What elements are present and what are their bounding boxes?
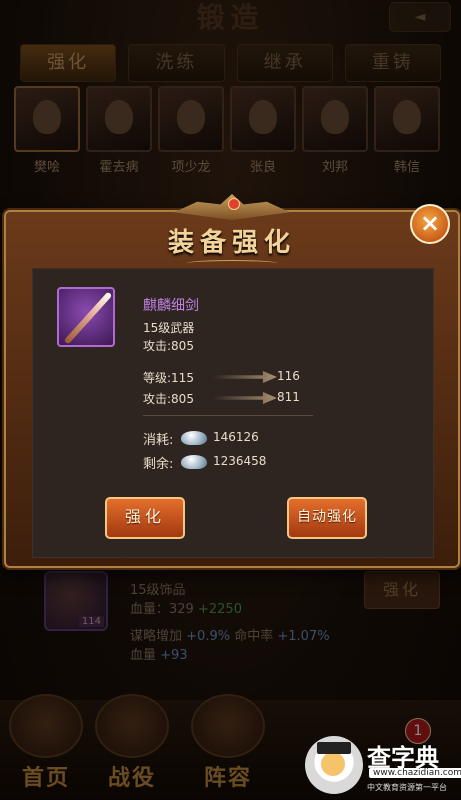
upgrade-button[interactable]: 强化 <box>105 497 185 539</box>
watermark-subtitle: 中文教育资源第一平台 <box>367 783 447 792</box>
arrow-right-icon <box>213 392 277 404</box>
item-type: 15级武器 <box>143 321 195 335</box>
watermark: 查字典 www.chazidian.com 中文教育资源第一平台 <box>305 734 461 794</box>
remain-label: 剩余: <box>143 457 174 472</box>
sword-item-icon[interactable] <box>57 287 115 347</box>
arrow-right-icon <box>213 371 277 383</box>
divider <box>143 415 313 416</box>
silver-ingot-icon <box>181 455 207 469</box>
level-current: 等级:115 <box>143 371 194 385</box>
silver-ingot-icon <box>181 431 207 445</box>
attack-next: 811 <box>277 390 300 404</box>
level-next: 116 <box>277 369 300 383</box>
remain-value: 1236458 <box>213 454 267 468</box>
dialog-panel: 麒麟细剑 15级武器 攻击:805 等级:115 116 攻击:805 811 … <box>32 268 434 558</box>
item-attack: 攻击:805 <box>143 339 194 353</box>
mascot-logo-icon <box>305 736 363 794</box>
auto-upgrade-button[interactable]: 自动强化 <box>287 497 367 539</box>
close-button[interactable]: × <box>410 204 450 244</box>
consume-value: 146126 <box>213 430 259 444</box>
attack-current: 攻击:805 <box>143 392 194 406</box>
consume-label: 消耗: <box>143 433 174 448</box>
watermark-url: www.chazidian.com <box>369 768 461 778</box>
title-flourish <box>186 260 278 267</box>
equipment-upgrade-dialog: 装备强化 × 麒麟细剑 15级武器 攻击:805 等级:115 116 攻击:8… <box>4 194 460 568</box>
item-name: 麒麟细剑 <box>143 298 199 314</box>
sword-icon <box>63 291 113 345</box>
dialog-title: 装备强化 <box>167 228 296 258</box>
gem-icon <box>228 198 240 210</box>
